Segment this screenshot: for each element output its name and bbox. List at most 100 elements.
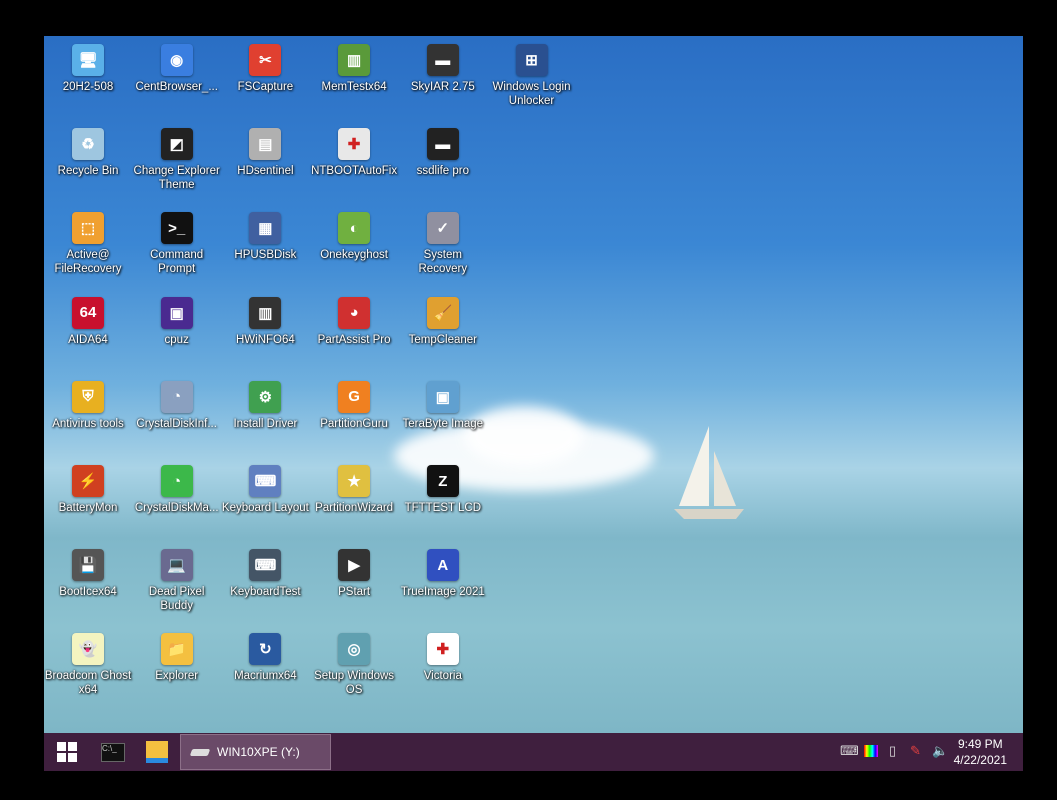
desktop-icon-ssdlife-pro[interactable]: ▬ ssdlife pro (399, 122, 487, 178)
app-icon: Z (426, 465, 459, 497)
icon-label: Antivirus tools (52, 417, 124, 430)
app-icon: ▣ (160, 296, 193, 329)
desktop-icon-hdsentinel[interactable]: ▤ HDsentinel (221, 122, 309, 178)
icon-label: SkyIAR 2.75 (410, 81, 475, 93)
app-icon: ▦ (249, 212, 282, 245)
desktop-icon-batterymon[interactable]: ⚡ BatteryMon (44, 459, 132, 515)
desktop-icon-pstart[interactable]: ▶ PStart (310, 543, 398, 599)
app-icon: ✚ (426, 633, 459, 666)
desktop-icon-hwinfo64[interactable]: ▥ HWiNFO64 (221, 291, 309, 347)
app-icon: ⬚ (72, 212, 104, 245)
desktop-icon-cpuz[interactable]: ▣ cpuz (133, 291, 221, 347)
windows-logo-icon (57, 742, 77, 762)
icon-label: NTBOOTAutoFix (311, 165, 398, 178)
desktop-icon-keyboardtest[interactable]: ⌨ KeyboardTest (221, 543, 309, 599)
icon-label: AIDA64 (68, 333, 108, 346)
desktop-icon-antivirus-tools[interactable]: ⛨ Antivirus tools (44, 375, 132, 431)
icon-label: Dead Pixel Buddy (148, 586, 205, 613)
desktop-icon-recycle-bin[interactable]: ♻ Recycle Bin (44, 122, 132, 178)
taskbar-explorer-button[interactable] (142, 733, 172, 771)
desktop-icon-explorer[interactable]: 📁 Explorer (133, 627, 221, 683)
desktop: 🖥 20H2-508 ♻ Recycle Bin ⬚ Active@ FileRecove… (44, 36, 1023, 733)
display-color-icon[interactable] (864, 745, 878, 757)
desktop-icon-macriumx64[interactable]: ↻ Macriumx64 (221, 627, 309, 683)
desktop-icon-crystaldiskma[interactable]: ◔ CrystalDiskMa... (133, 459, 221, 515)
desktop-icon-tempcleaner[interactable]: 🧹 TempCleaner (399, 291, 487, 347)
icon-label: TeraByte Image (402, 417, 484, 430)
drive-icon (189, 748, 211, 756)
app-icon: ♻ (72, 128, 104, 161)
app-icon: ↻ (249, 633, 282, 666)
app-icon: ⌨ (249, 465, 282, 497)
desktop-icon-command-prompt[interactable]: >_ Command Prompt (133, 206, 221, 276)
icon-label: Macriumx64 (234, 670, 297, 683)
icon-label: CrystalDiskMa... (134, 502, 219, 514)
icon-label: ssdlife pro (416, 165, 469, 178)
desktop-icon-crystaldiskinf[interactable]: ◔ CrystalDiskInf... (133, 375, 221, 431)
start-button[interactable] (52, 733, 82, 771)
app-icon: 📁 (160, 633, 193, 666)
desktop-icon-install-driver[interactable]: ⚙ Install Driver (221, 375, 309, 431)
app-icon: ◔ (160, 465, 193, 497)
app-icon: ◉ (160, 44, 193, 76)
desktop-icon-skyiar-2-75[interactable]: ▬ SkyIAR 2.75 (399, 38, 487, 94)
app-icon: ⊞ (515, 44, 548, 76)
desktop-icon-trueimage-2021[interactable]: A TrueImage 2021 (399, 543, 487, 599)
desktop-icon-windows-login-unlocker[interactable]: ⊞ Windows Login Unlocker (488, 38, 576, 108)
taskbar-drive-window[interactable]: WIN10XPE (Y:) (180, 734, 331, 770)
network-tool-icon[interactable]: ✎ (910, 743, 921, 759)
app-icon: ◩ (160, 128, 193, 161)
icon-label: Command Prompt (150, 249, 204, 276)
clock-time: 9:49 PM (957, 737, 1003, 751)
desktop-icon-dead-pixel-buddy[interactable]: 💻 Dead Pixel Buddy (133, 543, 221, 613)
keyboard-icon[interactable]: ⌨ (840, 743, 859, 759)
desktop-icon-memtestx64[interactable]: ▥ MemTestx64 (310, 38, 398, 94)
desktop-icon-aida64[interactable]: 64 AIDA64 (44, 291, 132, 347)
desktop-icon-victoria[interactable]: ✚ Victoria (399, 627, 487, 683)
desktop-icon-setup-windows-os[interactable]: ◎ Setup Windows OS (310, 627, 398, 697)
desktop-icon-centbrowser[interactable]: ◉ CentBrowser_... (133, 38, 221, 94)
icon-label: Explorer (155, 670, 199, 683)
desktop-icon-partitionwizard[interactable]: ★ PartitionWizard (310, 459, 398, 515)
icon-label: CentBrowser_... (135, 81, 218, 93)
desktop-icon-fscapture[interactable]: ✂ FSCapture (221, 38, 309, 94)
icon-label: 20H2-508 (62, 81, 114, 93)
icon-label: TFTTEST LCD (404, 502, 482, 514)
desktop-icon-active-filerecovery[interactable]: ⬚ Active@ FileRecovery (44, 206, 132, 276)
desktop-icon-tfttest-lcd[interactable]: Z TFTTEST LCD (399, 459, 487, 515)
icon-label: BootIcex64 (59, 586, 117, 599)
app-icon: ▬ (426, 128, 459, 161)
icon-label: Setup Windows OS (314, 670, 395, 697)
command-prompt-icon: C:\_ (101, 742, 125, 762)
app-icon: ▤ (249, 128, 282, 161)
desktop-icon-terabyte-image[interactable]: ▣ TeraByte Image (399, 375, 487, 431)
icon-label: Recycle Bin (57, 165, 119, 178)
volume-icon[interactable]: 🔈 (932, 743, 948, 759)
app-icon: ★ (338, 465, 371, 497)
icon-label: Change Explorer Theme (133, 165, 220, 192)
desktop-icon-partassist-pro[interactable]: ◕ PartAssist Pro (310, 291, 398, 347)
taskbar-cmd-button[interactable]: C:\_ (98, 733, 128, 771)
desktop-icon-onekeyghost[interactable]: ◐ Onekeyghost (310, 206, 398, 262)
usb-eject-icon[interactable]: ▯ (889, 743, 896, 759)
desktop-icon-system-recovery[interactable]: ✓ System Recovery (399, 206, 487, 276)
clock[interactable]: 9:49 PM 4/22/2021 (954, 736, 1007, 768)
icon-label: Victoria (423, 670, 462, 683)
icon-label: TempCleaner (408, 333, 477, 346)
icon-label: Keyboard Layout (221, 502, 309, 514)
desktop-icon-20h2-508[interactable]: 🖥 20H2-508 (44, 38, 132, 94)
desktop-icon-broadcom-ghost-x64[interactable]: 👻 Broadcom Ghost x64 (44, 627, 132, 697)
icon-label: Active@ FileRecovery (54, 249, 122, 276)
desktop-icon-booticex64[interactable]: 💾 BootIcex64 (44, 543, 132, 599)
desktop-icon-partitionguru[interactable]: G PartitionGuru (310, 375, 398, 431)
icon-label: cpuz (164, 333, 189, 346)
icon-label: BatteryMon (58, 502, 118, 514)
desktop-icon-change-explorer-theme[interactable]: ◩ Change Explorer Theme (133, 122, 221, 192)
icon-label: PartitionGuru (320, 417, 388, 430)
desktop-icon-keyboard-layout[interactable]: ⌨ Keyboard Layout (221, 459, 309, 515)
icon-label: Broadcom Ghost x64 (44, 670, 132, 697)
desktop-icon-ntbootautofix[interactable]: ✚ NTBOOTAutoFix (310, 122, 398, 178)
desktop-icon-hpusbdisk[interactable]: ▦ HPUSBDisk (221, 206, 309, 262)
icon-label: HPUSBDisk (234, 249, 297, 262)
icon-label: TrueImage 2021 (400, 586, 485, 599)
